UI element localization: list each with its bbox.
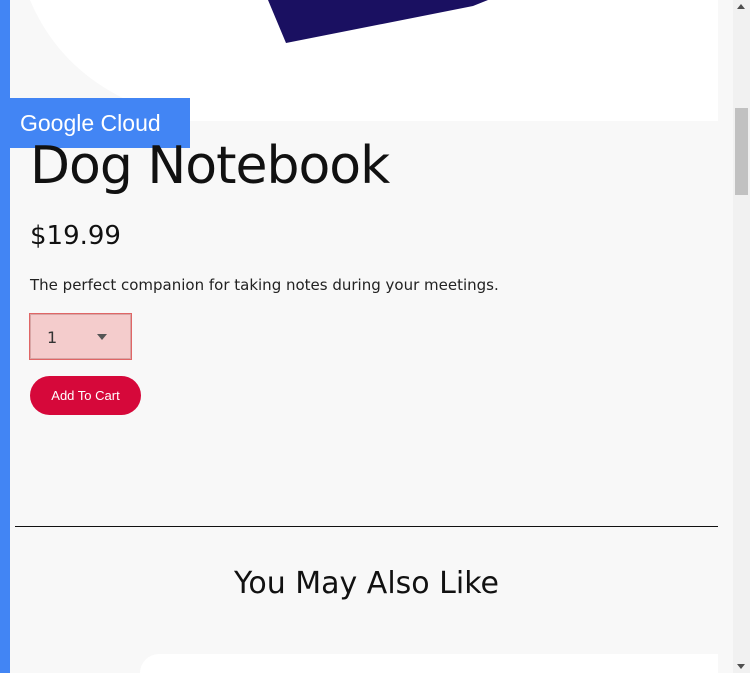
quantity-select[interactable]: 1	[29, 313, 132, 360]
add-to-cart-button[interactable]: Add To Cart	[30, 376, 141, 415]
recommendation-card-image	[140, 654, 718, 673]
brand-accent-bar	[0, 0, 10, 673]
scrollbar-thumb[interactable]	[735, 108, 748, 195]
recommendation-card[interactable]	[10, 654, 718, 673]
product-title: Dog Notebook	[30, 136, 390, 196]
caret-down-icon	[97, 334, 107, 340]
quantity-value: 1	[47, 328, 58, 347]
product-price: $19.99	[30, 221, 121, 251]
vertical-scrollbar[interactable]	[733, 0, 750, 673]
page-gutter	[718, 0, 733, 673]
section-divider	[15, 526, 718, 527]
recommendations-title: You May Also Like	[234, 566, 499, 601]
scroll-down-arrow-icon[interactable]	[737, 664, 745, 669]
product-description: The perfect companion for taking notes d…	[30, 276, 499, 294]
scroll-up-arrow-icon[interactable]	[737, 4, 745, 9]
